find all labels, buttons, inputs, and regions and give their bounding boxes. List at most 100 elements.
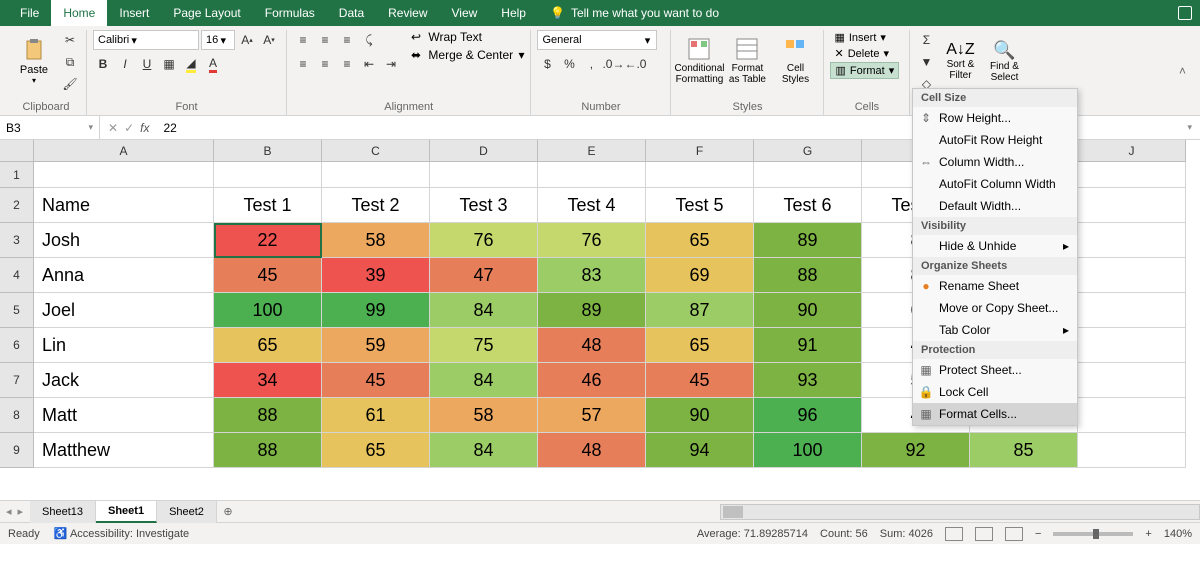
cell-value[interactable]: 88 xyxy=(214,398,322,433)
menu-tab-color[interactable]: Tab Color▸ xyxy=(913,319,1077,341)
cell-value[interactable]: 22 xyxy=(214,223,322,258)
cell[interactable] xyxy=(214,162,322,188)
orientation-button[interactable]: ⤹ xyxy=(359,30,379,50)
cell-value[interactable] xyxy=(1078,328,1186,363)
zoom-slider[interactable] xyxy=(1053,532,1133,536)
cell-value[interactable]: 91 xyxy=(754,328,862,363)
sheet-tab-sheet13[interactable]: Sheet13 xyxy=(30,501,96,523)
merge-center-button[interactable]: ⬌ Merge & Center ▾ xyxy=(411,48,524,62)
find-select-button[interactable]: 🔍 Find & Select xyxy=(984,30,1024,92)
copy-button[interactable]: ⧉ xyxy=(60,52,80,72)
cell-name[interactable]: Jack xyxy=(34,363,214,398)
cell-value[interactable]: 84 xyxy=(430,293,538,328)
cell-name[interactable]: Anna xyxy=(34,258,214,293)
cell[interactable] xyxy=(646,162,754,188)
cell-value[interactable]: 84 xyxy=(430,363,538,398)
cell-value[interactable]: 57 xyxy=(538,398,646,433)
cell-test-header[interactable]: Test 2 xyxy=(322,188,430,223)
cell-value[interactable]: 61 xyxy=(322,398,430,433)
column-header-B[interactable]: B xyxy=(214,140,322,162)
cancel-formula-button[interactable]: ✕ xyxy=(108,121,118,135)
cell-value[interactable]: 83 xyxy=(538,258,646,293)
format-as-table-button[interactable]: Format as Table xyxy=(725,30,769,92)
view-page-break-button[interactable] xyxy=(1005,527,1023,541)
cell-value[interactable]: 85 xyxy=(970,433,1078,468)
grow-font-button[interactable]: A▴ xyxy=(237,30,257,50)
tab-home[interactable]: Home xyxy=(51,0,107,26)
row-header-4[interactable]: 4 xyxy=(0,258,34,293)
cell-value[interactable] xyxy=(1078,433,1186,468)
cell[interactable] xyxy=(1078,162,1186,188)
cell-value[interactable]: 45 xyxy=(322,363,430,398)
insert-cells-button[interactable]: ▦Insert ▾ xyxy=(830,30,899,45)
sheet-tab-sheet1[interactable]: Sheet1 xyxy=(96,501,157,523)
cell-name-header[interactable]: Name xyxy=(34,188,214,223)
row-header-1[interactable]: 1 xyxy=(0,162,34,188)
horizontal-scrollbar[interactable] xyxy=(720,504,1200,520)
column-header-A[interactable]: A xyxy=(34,140,214,162)
currency-button[interactable]: $ xyxy=(537,54,557,74)
collapse-ribbon-button[interactable]: ˄ xyxy=(1175,30,1194,115)
percent-button[interactable]: % xyxy=(559,54,579,74)
row-header-3[interactable]: 3 xyxy=(0,223,34,258)
fill-color-button[interactable]: ◢ xyxy=(181,54,201,74)
cell-value[interactable]: 87 xyxy=(646,293,754,328)
sheet-nav-prev[interactable]: ◂ xyxy=(6,505,12,518)
cell-value[interactable]: 96 xyxy=(754,398,862,433)
cell-value[interactable]: 65 xyxy=(646,328,754,363)
cell-value[interactable]: 48 xyxy=(538,433,646,468)
conditional-formatting-button[interactable]: Conditional Formatting xyxy=(677,30,721,92)
sort-filter-button[interactable]: A↓Z Sort & Filter xyxy=(940,30,980,92)
menu-rename-sheet[interactable]: ●Rename Sheet xyxy=(913,275,1077,297)
menu-lock-cell[interactable]: 🔒Lock Cell xyxy=(913,381,1077,403)
cell-value[interactable]: 45 xyxy=(646,363,754,398)
cell-value[interactable]: 84 xyxy=(430,433,538,468)
cell-value[interactable]: 90 xyxy=(646,398,754,433)
cell-name[interactable]: Matt xyxy=(34,398,214,433)
name-box-input[interactable] xyxy=(6,121,66,135)
cell-test-header[interactable]: Test 6 xyxy=(754,188,862,223)
menu-move-copy-sheet[interactable]: Move or Copy Sheet... xyxy=(913,297,1077,319)
column-header-D[interactable]: D xyxy=(430,140,538,162)
cell[interactable] xyxy=(1078,188,1186,223)
align-right-button[interactable]: ≡ xyxy=(337,54,357,74)
cell-value[interactable]: 93 xyxy=(754,363,862,398)
cell-value[interactable]: 89 xyxy=(754,223,862,258)
cell-value[interactable] xyxy=(1078,363,1186,398)
column-header-C[interactable]: C xyxy=(322,140,430,162)
view-normal-button[interactable] xyxy=(945,527,963,541)
view-page-layout-button[interactable] xyxy=(975,527,993,541)
cell[interactable] xyxy=(430,162,538,188)
align-bottom-button[interactable]: ≡ xyxy=(337,30,357,50)
zoom-out-button[interactable]: − xyxy=(1035,528,1041,540)
cell-value[interactable]: 76 xyxy=(538,223,646,258)
bold-button[interactable]: B xyxy=(93,54,113,74)
border-button[interactable]: ▦ xyxy=(159,54,179,74)
cell-value[interactable]: 34 xyxy=(214,363,322,398)
row-header-8[interactable]: 8 xyxy=(0,398,34,433)
format-cells-button[interactable]: ▥Format ▾ xyxy=(830,62,899,79)
increase-decimal-button[interactable]: .0→ xyxy=(603,54,623,74)
cell-test-header[interactable]: Test 3 xyxy=(430,188,538,223)
zoom-level[interactable]: 140% xyxy=(1164,528,1192,540)
increase-indent-button[interactable]: ⇥ xyxy=(381,54,401,74)
wrap-text-button[interactable]: ↩ Wrap Text xyxy=(411,30,524,44)
cell-value[interactable]: 88 xyxy=(214,433,322,468)
menu-hide-unhide[interactable]: Hide & Unhide▸ xyxy=(913,235,1077,257)
autosum-button[interactable]: Σ xyxy=(916,30,936,50)
font-color-button[interactable]: A xyxy=(203,54,223,74)
new-sheet-button[interactable]: ⊕ xyxy=(217,505,239,518)
cell-name[interactable]: Joel xyxy=(34,293,214,328)
cell[interactable] xyxy=(538,162,646,188)
cell-value[interactable]: 99 xyxy=(322,293,430,328)
align-center-button[interactable]: ≡ xyxy=(315,54,335,74)
cell[interactable] xyxy=(754,162,862,188)
fill-button[interactable]: ▼ xyxy=(916,52,936,72)
sheet-tab-sheet2[interactable]: Sheet2 xyxy=(157,501,217,523)
tab-file[interactable]: File xyxy=(8,0,51,26)
cell-value[interactable]: 46 xyxy=(538,363,646,398)
cell[interactable] xyxy=(322,162,430,188)
paste-button[interactable]: Paste▾ xyxy=(12,30,56,92)
row-header-7[interactable]: 7 xyxy=(0,363,34,398)
number-format-select[interactable]: General▾ xyxy=(537,30,657,50)
